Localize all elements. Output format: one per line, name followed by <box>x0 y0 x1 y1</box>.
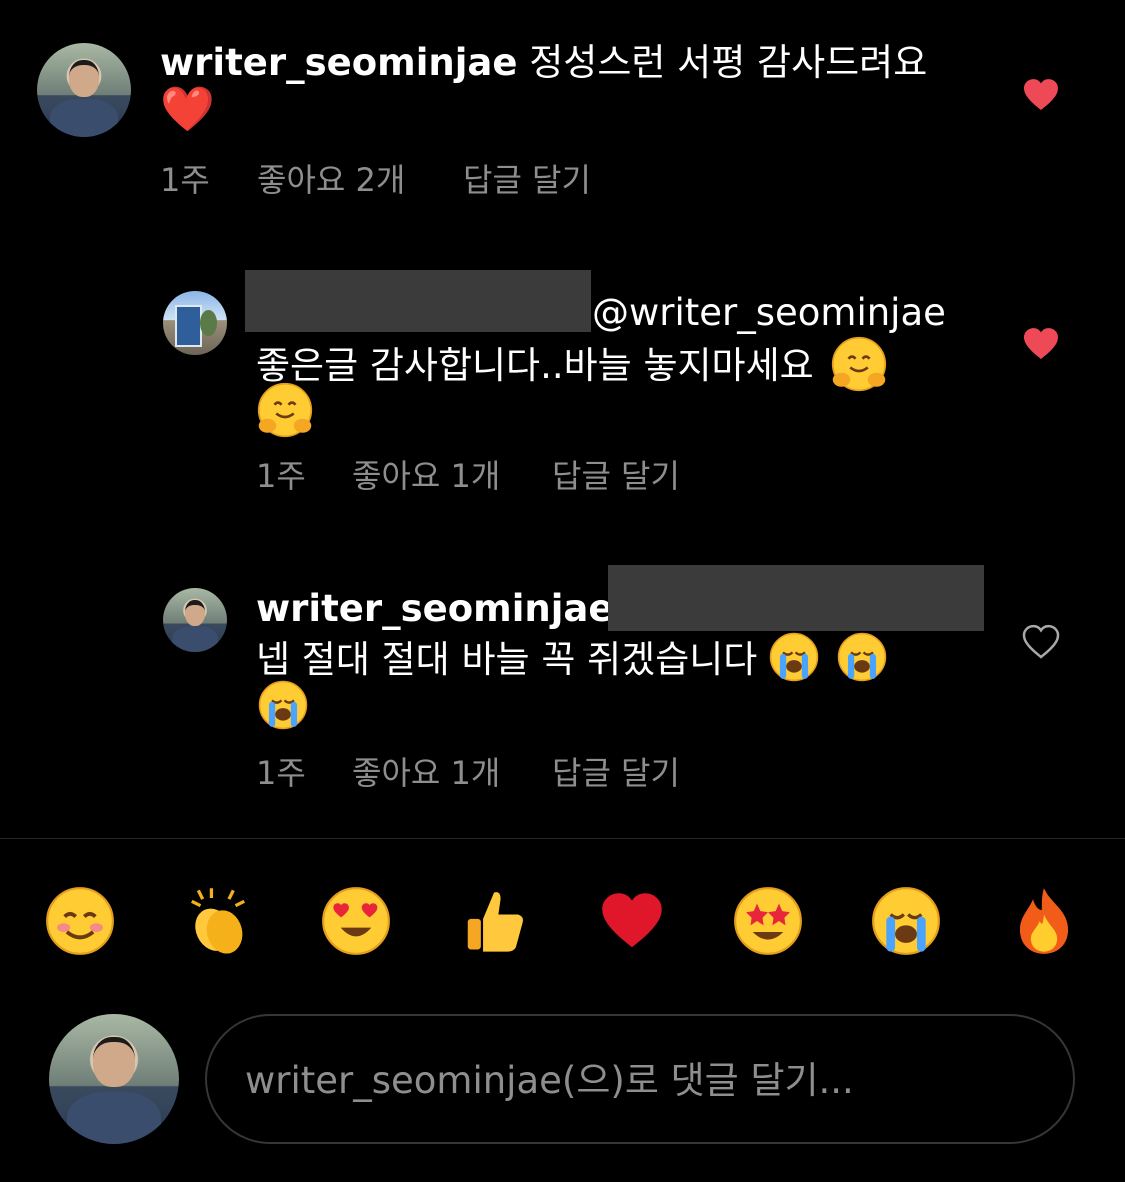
smiling-face-emoji[interactable] <box>45 886 115 956</box>
current-user-avatar[interactable] <box>49 1014 179 1144</box>
comment-username[interactable]: writer_seominjae <box>160 41 518 84</box>
liked-heart-icon[interactable] <box>1021 324 1061 364</box>
reply-button[interactable]: 답글 달기 <box>463 160 591 200</box>
commenter-avatar[interactable] <box>163 588 227 652</box>
comment-age: 1주 <box>256 457 306 495</box>
comment-composer <box>205 1014 1075 1144</box>
quick-reaction-bar <box>0 880 1125 964</box>
comment-text: 넵 절대 절대 바늘 꼭 쥐겠습니다 <box>256 632 956 683</box>
clapping-hands-emoji[interactable] <box>183 886 253 956</box>
redacted-username <box>245 270 591 332</box>
avatar-face <box>68 59 100 97</box>
avatar-body <box>50 99 118 137</box>
red-heart-emoji[interactable] <box>597 886 667 956</box>
comment-text: 정성스런 서평 감사드려요 <box>529 41 928 84</box>
reply-button[interactable]: 답글 달기 <box>552 456 680 496</box>
comment-3-meta: 1주 좋아요 1개 답글 달기 <box>256 753 680 793</box>
crying-face-emoji <box>837 632 887 682</box>
avatar-body <box>67 1092 161 1144</box>
commenter-avatar[interactable] <box>163 291 227 355</box>
reply-button[interactable]: 답글 달기 <box>552 753 680 793</box>
loudly-crying-emoji[interactable] <box>871 886 941 956</box>
heart-outline-icon[interactable] <box>1021 622 1061 662</box>
like-count[interactable]: 좋아요 2개 <box>257 160 463 200</box>
avatar-face <box>184 599 206 627</box>
thumbs-up-emoji[interactable] <box>459 886 529 956</box>
comment-1-body: writer_seominjae 정성스런 서평 감사드려요 <box>160 40 980 86</box>
avatar-face <box>93 1037 135 1087</box>
heart-eyes-emoji[interactable] <box>321 886 391 956</box>
star-struck-emoji[interactable] <box>733 886 803 956</box>
divider <box>0 838 1125 839</box>
fire-emoji[interactable] <box>1009 886 1079 956</box>
avatar-building <box>174 305 202 348</box>
comment-age: 1주 <box>160 161 210 199</box>
avatar-tree <box>200 310 217 336</box>
hugging-face-emoji <box>831 336 887 392</box>
comment-input[interactable] <box>243 1016 1027 1144</box>
liked-heart-icon[interactable] <box>1021 75 1061 115</box>
comment-1-meta: 1주 좋아요 2개 답글 달기 <box>160 160 591 200</box>
comment-age: 1주 <box>256 754 306 792</box>
comment-text: 좋은글 감사합니다..바늘 놓지마세요 <box>256 336 956 392</box>
red-heart-emoji: ❤️ <box>160 84 215 135</box>
avatar-body <box>171 626 219 652</box>
hugging-face-emoji <box>257 382 313 438</box>
comment-2-meta: 1주 좋아요 1개 답글 달기 <box>256 456 680 496</box>
like-count[interactable]: 좋아요 1개 <box>352 753 552 793</box>
redacted-mention <box>608 565 984 631</box>
comment-username[interactable]: writer_seominjae <box>256 586 614 632</box>
commenter-avatar[interactable] <box>37 43 131 137</box>
crying-face-emoji <box>258 680 308 730</box>
comment-mention[interactable]: @writer_seominjae <box>592 290 946 336</box>
crying-face-emoji <box>769 632 819 682</box>
like-count[interactable]: 좋아요 1개 <box>352 456 552 496</box>
